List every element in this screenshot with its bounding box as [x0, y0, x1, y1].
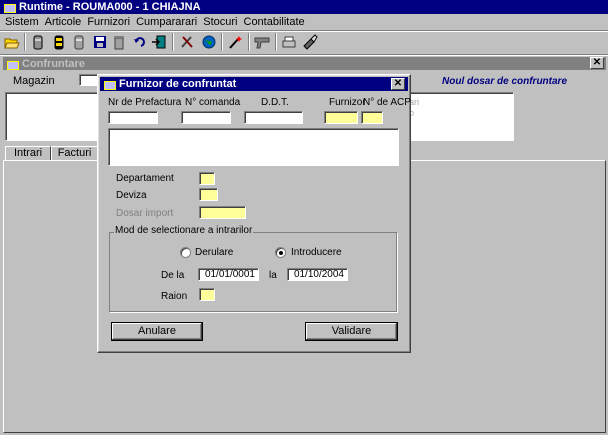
radio-derulare[interactable]	[180, 247, 191, 258]
toolbar-separator	[248, 33, 250, 51]
wand-icon[interactable]	[226, 33, 244, 51]
child-text-area-right[interactable]	[405, 92, 514, 141]
app-icon	[3, 1, 16, 13]
save-disk-icon[interactable]	[91, 33, 109, 51]
deviza-input[interactable]	[199, 188, 218, 201]
de-la-date-input[interactable]: 01/01/0001	[198, 268, 259, 281]
menu-articole[interactable]: Articole	[42, 14, 85, 30]
menu-cumpararari[interactable]: Cumpararari	[133, 14, 200, 30]
furnizor-input[interactable]	[324, 111, 358, 124]
tab-facturi[interactable]: Facturi	[51, 146, 98, 161]
nr-acp-input[interactable]	[361, 111, 383, 124]
flashlight-icon[interactable]	[301, 33, 319, 51]
radio-introducere[interactable]	[275, 247, 286, 258]
radio-derulare-label: Derulare	[195, 247, 234, 258]
gun-icon[interactable]	[253, 33, 271, 51]
menu-furnizori[interactable]: Furnizori	[84, 14, 133, 30]
raion-input[interactable]	[199, 288, 215, 301]
yellow-cylinder-icon[interactable]	[50, 33, 68, 51]
child-window-icon	[6, 58, 19, 70]
departament-label: Departament	[116, 173, 174, 184]
toolbar-separator	[24, 33, 26, 51]
raion-label: Raion	[161, 291, 188, 302]
toolbar-separator	[221, 33, 223, 51]
grey-cylinder-icon[interactable]	[29, 33, 47, 51]
magazin-label: Magazin	[13, 75, 55, 87]
child-window-close-button[interactable]: ✕	[590, 57, 604, 69]
menu-sistem[interactable]: Sistem	[2, 14, 42, 30]
toolbar-separator	[275, 33, 277, 51]
nr-acp-label: N° de ACP	[363, 97, 411, 108]
la-label: la	[269, 270, 277, 281]
toolbar-divider	[0, 54, 608, 56]
dialog-title: Furnizor de confruntat	[119, 78, 237, 90]
selection-mode-title: Mod de selectionare a intrarilor	[114, 225, 254, 236]
anulare-button-label: Anulare	[138, 325, 176, 337]
dialog-titlebar: Furnizor de confruntat	[100, 77, 408, 91]
app-titlebar: Runtime - ROUMA000 - 1 CHIAJNA	[0, 0, 608, 14]
deviza-label: Deviza	[116, 190, 147, 201]
app-title: Runtime - ROUMA000 - 1 CHIAJNA	[19, 1, 201, 13]
print-icon[interactable]	[280, 33, 298, 51]
furnizor-dialog: Furnizor de confruntat ✕ Nr de Prefactur…	[97, 74, 411, 353]
undo-icon[interactable]	[131, 33, 149, 51]
toolbar-separator	[172, 33, 174, 51]
ddt-label: D.D.T.	[261, 97, 289, 108]
furnizor-description-box[interactable]	[108, 128, 399, 166]
grey-cylinder-2-icon[interactable]	[70, 33, 88, 51]
menu-bar: Sistem Articole Furnizori Cumpararari St…	[0, 14, 608, 30]
menu-divider	[0, 30, 608, 32]
nr-prefactura-label: Nr de Prefactura	[108, 97, 182, 108]
dialog-icon	[103, 78, 116, 90]
nr-prefactura-input[interactable]	[108, 111, 158, 124]
menu-stocuri[interactable]: Stocuri	[200, 14, 240, 30]
validare-button[interactable]: Validare	[305, 322, 398, 341]
tab-intrari[interactable]: Intrari	[5, 146, 51, 161]
la-date-input[interactable]: 01/10/2004	[287, 268, 348, 281]
dosar-import-input[interactable]	[199, 206, 246, 219]
child-window-title: Confruntare	[22, 57, 85, 70]
globe-icon[interactable]	[200, 33, 218, 51]
open-folder-icon[interactable]	[3, 33, 21, 51]
child-window-titlebar: Confruntare	[3, 57, 606, 70]
tools-icon[interactable]	[178, 33, 196, 51]
anulare-button[interactable]: Anulare	[111, 322, 203, 341]
validare-button-label: Validare	[331, 325, 372, 337]
ddt-input[interactable]	[244, 111, 303, 124]
de-la-label: De la	[161, 270, 185, 281]
departament-input[interactable]	[199, 172, 215, 185]
child-text-area-left[interactable]	[5, 92, 105, 141]
exit-door-icon[interactable]	[150, 33, 168, 51]
dialog-close-button[interactable]: ✕	[391, 78, 405, 90]
trash-icon[interactable]	[110, 33, 128, 51]
nr-comanda-input[interactable]	[181, 111, 231, 124]
dosar-import-label: Dosar import	[116, 208, 174, 219]
radio-introducere-label: Introducere	[291, 247, 342, 258]
noul-dosar-label: Noul dosar de confruntare	[442, 76, 568, 87]
furnizor-label: Furnizor	[329, 97, 366, 108]
nr-comanda-label: N° comanda	[185, 97, 241, 108]
menu-contabilitate[interactable]: Contabilitate	[241, 14, 308, 30]
